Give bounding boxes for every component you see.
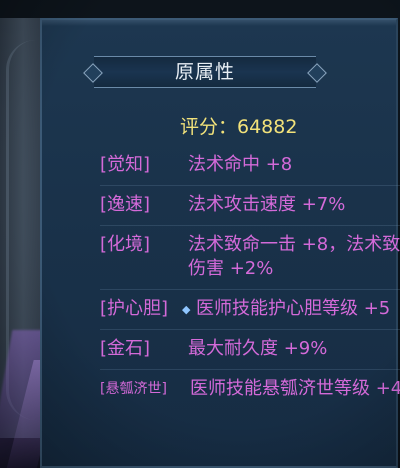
attribute-row: [觉知] 法术命中 +8 (100, 146, 400, 186)
attribute-row: [化境] 法术致命一击 +8，法术致命伤害 +2% (100, 226, 400, 290)
attribute-row: [金石] 最大耐久度 +9% (100, 330, 400, 370)
attribute-tag: [逸速] (100, 194, 151, 215)
panel-highlight (42, 20, 396, 26)
attribute-value: 法术致命一击 +8，法术致命伤害 +2% (188, 234, 400, 279)
tooltip-stage: 原属性 评分：64882 [觉知] 法术命中 +8 [逸速] 法术攻击速度 +7… (0, 0, 400, 468)
attribute-value: 医师技能悬瓠济世等级 +4 (190, 378, 400, 399)
attribute-value: 最大耐久度 +9% (188, 338, 328, 359)
diamond-bullet-icon: ◆ (182, 303, 191, 316)
attribute-tag: [悬瓠济世] (100, 381, 167, 397)
panel-title: 原属性 (174, 61, 235, 83)
attribute-value: 法术命中 +8 (188, 154, 293, 175)
attribute-value: 法术攻击速度 +7% (188, 194, 346, 215)
attribute-tag: [护心胆] (100, 298, 169, 319)
attribute-list: [觉知] 法术命中 +8 [逸速] 法术攻击速度 +7% [化境] 法术致命一击… (100, 146, 400, 409)
attribute-tag: [觉知] (100, 154, 151, 175)
title-bar: 原属性 (83, 56, 327, 88)
attribute-row: [悬瓠济世] 医师技能悬瓠济世等级 +4 (100, 370, 400, 409)
attribute-panel: 原属性 评分：64882 [觉知] 法术命中 +8 [逸速] 法术攻击速度 +7… (40, 18, 400, 468)
attribute-row: [护心胆] ◆ 医师技能护心胆等级 +5 (100, 290, 400, 330)
attribute-tag: [化境] (100, 234, 151, 255)
attribute-value: 医师技能护心胆等级 +5 (196, 298, 391, 319)
attribute-row: [逸速] 法术攻击速度 +7% (100, 186, 400, 226)
attribute-value-wrap: ◆ 医师技能护心胆等级 +5 (182, 297, 400, 321)
attribute-tag: [金石] (100, 338, 151, 359)
score-text: 评分：64882 (180, 116, 298, 138)
